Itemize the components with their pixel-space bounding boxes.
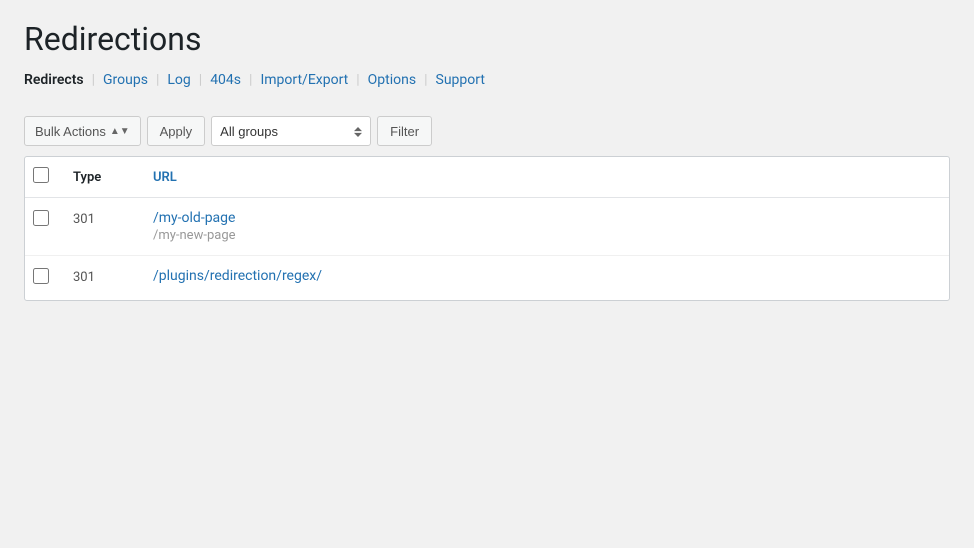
groups-select[interactable]: All groups Default Group <box>211 116 371 146</box>
nav-item-log[interactable]: Log <box>167 72 190 88</box>
row-1-type-cell: 301 <box>61 198 141 256</box>
row-1-checkbox[interactable] <box>33 210 49 226</box>
row-1-type: 301 <box>73 212 95 227</box>
nav-separator-1: | <box>92 72 95 88</box>
nav-separator-6: | <box>424 72 427 88</box>
table-body: 301 /my-old-page /my-new-page 301 /plugi… <box>25 198 949 301</box>
groups-select-wrapper: All groups Default Group <box>211 116 371 146</box>
nav-separator-4: | <box>249 72 252 88</box>
header-check-col <box>25 157 61 198</box>
filter-button[interactable]: Filter <box>377 116 432 146</box>
row-2-primary-url[interactable]: /plugins/redirection/regex/ <box>153 268 937 284</box>
table-header: Type URL <box>25 157 949 198</box>
toolbar: Bulk Actions ▲▼ Apply All groups Default… <box>24 108 950 154</box>
nav-separator-3: | <box>199 72 202 88</box>
nav-item-redirects[interactable]: Redirects <box>24 72 84 88</box>
nav-item-import-export[interactable]: Import/Export <box>260 72 348 88</box>
nav-item-groups[interactable]: Groups <box>103 72 148 88</box>
redirects-table-container: Type URL 301 /my-old-page /my-new-page <box>24 156 950 301</box>
row-1-primary-url[interactable]: /my-old-page <box>153 210 937 226</box>
nav-item-options[interactable]: Options <box>368 72 416 88</box>
apply-button[interactable]: Apply <box>147 116 206 146</box>
table-row: 301 /plugins/redirection/regex/ <box>25 256 949 301</box>
header-type-label: Type <box>73 170 101 185</box>
row-2-checkbox[interactable] <box>33 268 49 284</box>
row-1-secondary-url: /my-new-page <box>153 228 937 243</box>
header-type-col: Type <box>61 157 141 198</box>
table-row: 301 /my-old-page /my-new-page <box>25 198 949 256</box>
nav-item-support[interactable]: Support <box>436 72 485 88</box>
nav-bar: Redirects | Groups | Log | 404s | Import… <box>24 72 950 88</box>
row-2-check-cell <box>25 256 61 301</box>
row-2-type: 301 <box>73 270 95 285</box>
header-url-label: URL <box>153 170 177 185</box>
nav-separator-5: | <box>356 72 359 88</box>
row-1-check-cell <box>25 198 61 256</box>
header-url-col: URL <box>141 157 949 198</box>
nav-item-404s[interactable]: 404s <box>210 72 241 88</box>
row-2-type-cell: 301 <box>61 256 141 301</box>
bulk-actions-label: Bulk Actions <box>35 124 106 139</box>
row-1-url-cell: /my-old-page /my-new-page <box>141 198 949 256</box>
redirects-table: Type URL 301 /my-old-page /my-new-page <box>25 157 949 300</box>
bulk-actions-button[interactable]: Bulk Actions ▲▼ <box>24 116 141 146</box>
row-2-url-cell: /plugins/redirection/regex/ <box>141 256 949 301</box>
bulk-actions-arrow-icon: ▲▼ <box>110 126 130 137</box>
select-all-checkbox[interactable] <box>33 167 49 183</box>
page-title: Redirections <box>24 20 950 58</box>
nav-separator-2: | <box>156 72 159 88</box>
